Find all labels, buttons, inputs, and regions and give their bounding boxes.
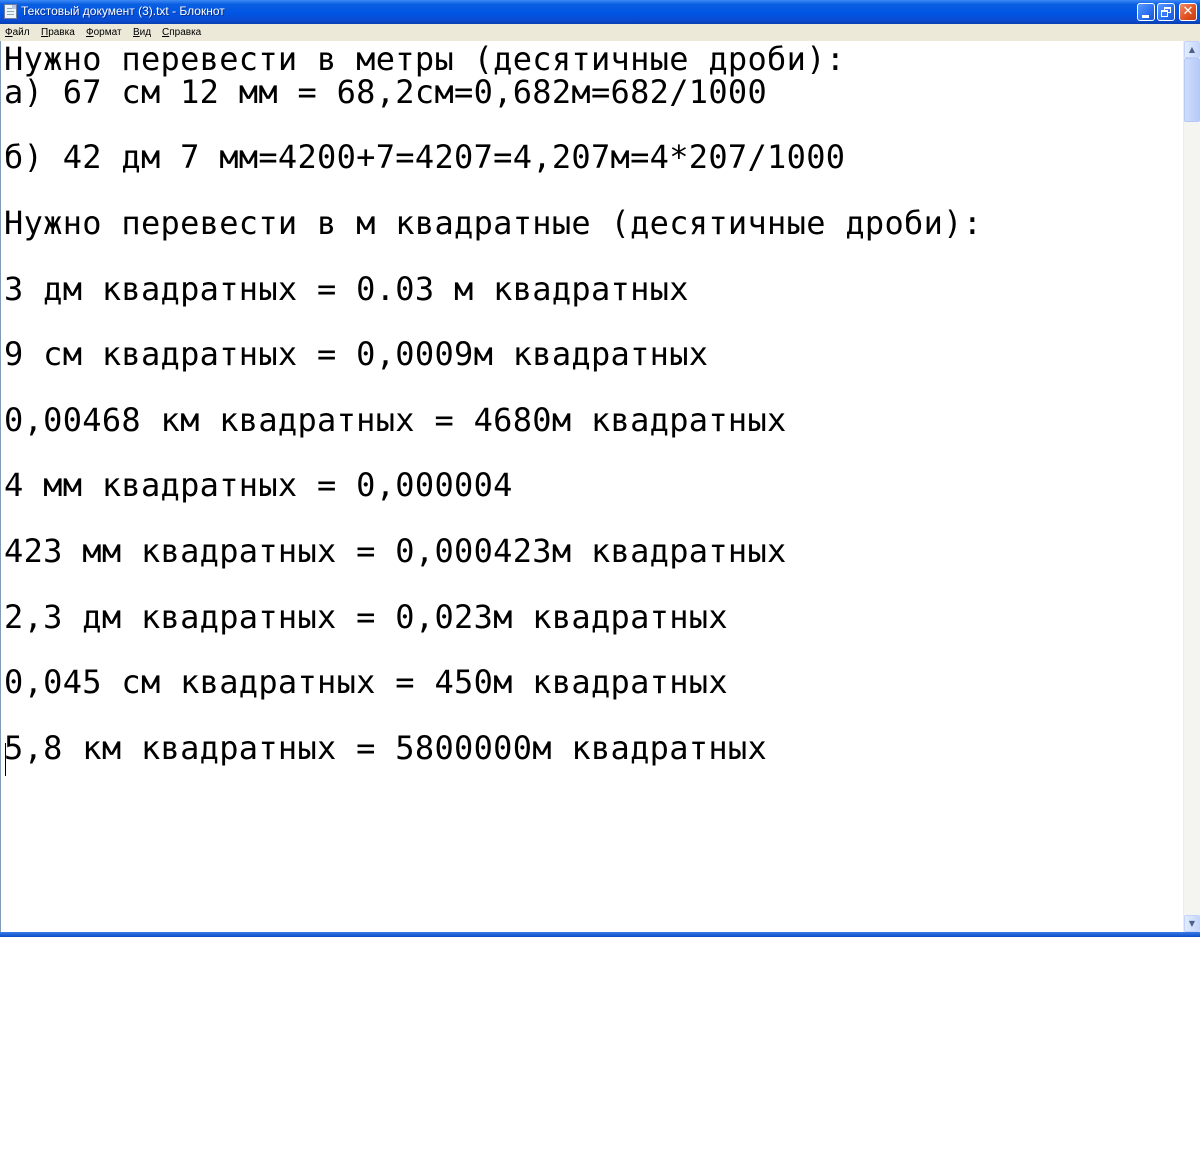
- text-line[interactable]: б) 42 дм 7 мм=4200+7=4207=4,207м=4*207/1…: [4, 141, 1179, 174]
- chevron-down-icon: ▼: [1188, 919, 1196, 928]
- minimize-icon: [1142, 15, 1149, 18]
- notepad-window: Текстовый документ (3).txt - Блокнот ✕ Ф…: [0, 0, 1200, 937]
- menu-edit[interactable]: Правка: [41, 26, 75, 39]
- menu-format[interactable]: Формат: [86, 26, 122, 39]
- text-line[interactable]: 3 дм квадратных = 0.03 м квадратных: [4, 272, 1179, 306]
- minimize-button[interactable]: [1137, 3, 1155, 21]
- text-line[interactable]: 0,045 см квадратных = 450м квадратных: [4, 666, 1179, 699]
- title-bar[interactable]: Текстовый документ (3).txt - Блокнот ✕: [0, 0, 1200, 24]
- scrollbar-track[interactable]: [1184, 58, 1200, 915]
- text-caret: [5, 743, 6, 776]
- chevron-up-icon: ▲: [1188, 45, 1196, 54]
- text-line[interactable]: 5,8 км квадратных = 5800000м квадратных: [4, 731, 1179, 765]
- text-line[interactable]: а) 67 см 12 мм = 68,2см=0,682м=682/1000: [4, 75, 1179, 109]
- text-line[interactable]: [4, 699, 1179, 732]
- restore-button[interactable]: [1157, 3, 1175, 21]
- text-line[interactable]: [4, 568, 1179, 601]
- menu-file[interactable]: Файл: [5, 26, 30, 39]
- text-line[interactable]: [4, 633, 1179, 666]
- menu-bar: Файл Правка Формат Вид Справка: [0, 24, 1200, 41]
- notepad-icon[interactable]: [4, 4, 17, 19]
- text-line[interactable]: [4, 305, 1179, 338]
- text-line[interactable]: 2,3 дм квадратных = 0,023м квадратных: [4, 600, 1179, 634]
- text-line[interactable]: 9 см квадратных = 0,0009м квадратных: [4, 338, 1179, 371]
- close-button[interactable]: ✕: [1179, 3, 1197, 21]
- text-line[interactable]: [4, 174, 1179, 207]
- document-text[interactable]: Нужно перевести в метры (десятичные дроб…: [4, 43, 1179, 923]
- text-line[interactable]: Нужно перевести в м квадратные (десятичн…: [4, 207, 1179, 240]
- vertical-scrollbar[interactable]: ▲ ▼: [1183, 41, 1200, 932]
- window-bottom-border: [0, 932, 1200, 937]
- close-icon: ✕: [1182, 4, 1194, 19]
- text-line[interactable]: [4, 502, 1179, 535]
- text-line[interactable]: 0,00468 км квадратных = 4680м квадратных: [4, 403, 1179, 437]
- text-line[interactable]: 423 мм квадратных = 0,000423м квадратных: [4, 535, 1179, 568]
- text-line[interactable]: [4, 371, 1179, 404]
- scrollbar-thumb[interactable]: [1184, 58, 1200, 122]
- restore-icon-front: [1161, 10, 1168, 17]
- text-line[interactable]: [4, 240, 1179, 273]
- text-line[interactable]: 4 мм квадратных = 0,000004: [4, 469, 1179, 502]
- window-title: Текстовый документ (3).txt - Блокнот: [21, 4, 225, 18]
- text-editor[interactable]: Нужно перевести в метры (десятичные дроб…: [0, 41, 1183, 932]
- menu-help[interactable]: Справка: [162, 26, 201, 39]
- scroll-up-button[interactable]: ▲: [1184, 41, 1200, 58]
- text-line[interactable]: Нужно перевести в метры (десятичные дроб…: [4, 43, 1179, 76]
- scroll-down-button[interactable]: ▼: [1184, 915, 1200, 932]
- menu-view[interactable]: Вид: [133, 26, 151, 39]
- text-line[interactable]: [4, 109, 1179, 142]
- text-line[interactable]: [4, 437, 1179, 470]
